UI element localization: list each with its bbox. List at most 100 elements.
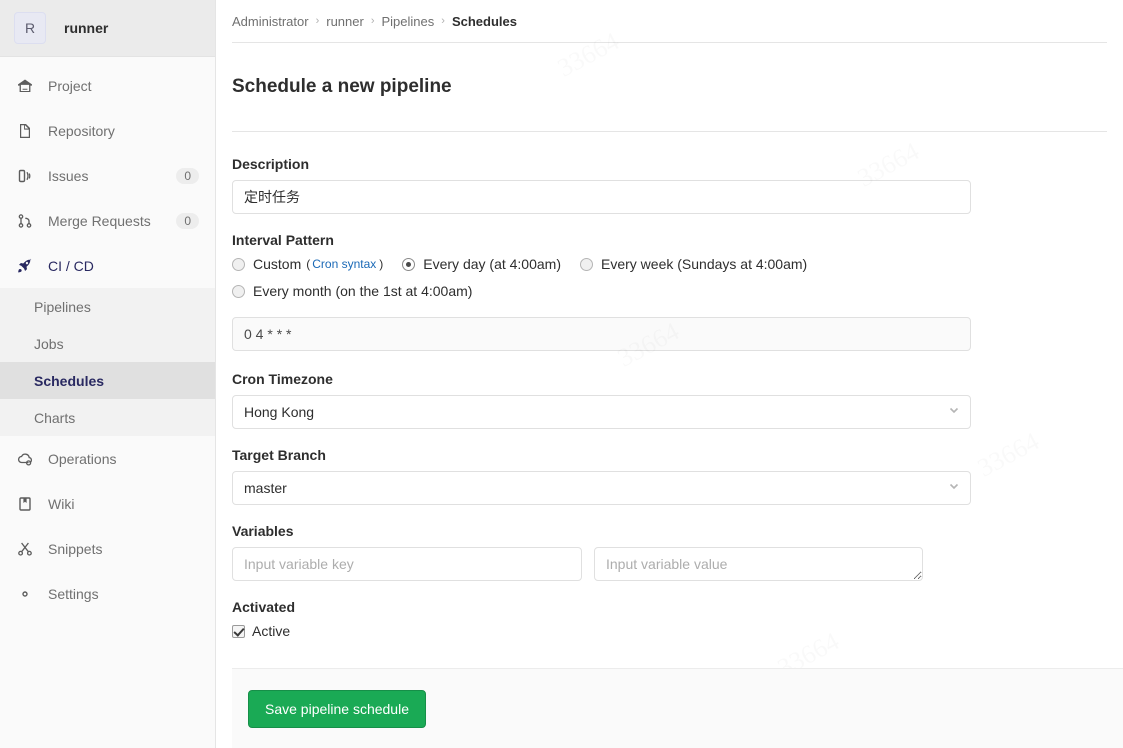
radio-every-month-indicator[interactable] bbox=[232, 284, 245, 298]
project-name: runner bbox=[64, 20, 109, 36]
breadcrumb-separator-icon: › bbox=[441, 15, 445, 27]
radio-custom-indicator[interactable] bbox=[232, 257, 245, 271]
active-checkbox-label: Active bbox=[252, 623, 291, 640]
description-group: Description bbox=[232, 156, 1107, 215]
breadcrumb: Administrator › runner › Pipelines › Sch… bbox=[232, 0, 1107, 42]
sidebar-item-project[interactable]: Project bbox=[0, 63, 215, 108]
active-checkbox-row[interactable]: Active bbox=[232, 623, 1107, 639]
variables-row bbox=[232, 547, 1107, 582]
schedule-form: Description Interval Pattern Custom ( Cr… bbox=[232, 132, 1107, 639]
activated-label: Activated bbox=[232, 599, 296, 616]
breadcrumb-separator-icon: › bbox=[370, 15, 375, 27]
sidebar-nav: Project Repository Issues 0 Merge Reques… bbox=[0, 57, 215, 748]
project-avatar: R bbox=[14, 12, 46, 44]
gear-icon bbox=[16, 585, 34, 603]
subnav-item-pipelines[interactable]: Pipelines bbox=[0, 288, 215, 325]
subnav-item-schedules[interactable]: Schedules bbox=[0, 362, 215, 399]
description-label: Description bbox=[232, 156, 310, 173]
sidebar-item-label: Operations bbox=[48, 450, 117, 467]
breadcrumb-separator-icon: › bbox=[315, 15, 320, 27]
subnav-item-charts[interactable]: Charts bbox=[0, 399, 215, 436]
target-branch-value: master bbox=[244, 480, 287, 497]
cron-timezone-select[interactable]: Hong Kong bbox=[232, 395, 971, 430]
sidebar-project-header[interactable]: R runner bbox=[0, 0, 215, 57]
cron-timezone-value: Hong Kong bbox=[244, 404, 315, 421]
cron-value-group bbox=[232, 317, 1107, 352]
sidebar-item-snippets[interactable]: Snippets bbox=[0, 526, 215, 571]
radio-every-week-label: Every week (Sundays at 4:00am) bbox=[601, 256, 808, 273]
sidebar-item-wiki[interactable]: Wiki bbox=[0, 481, 215, 526]
active-checkbox[interactable] bbox=[232, 624, 245, 638]
radio-every-day-label: Every day (at 4:00am) bbox=[423, 256, 561, 273]
radio-option-custom[interactable]: Custom ( Cron syntax ) bbox=[232, 256, 383, 272]
radio-every-month-label: Every month (on the 1st at 4:00am) bbox=[253, 283, 473, 300]
breadcrumb-divider bbox=[232, 42, 1107, 43]
custom-paren-open: ( bbox=[306, 257, 311, 272]
custom-paren-close: ) bbox=[379, 257, 384, 272]
breadcrumb-item-runner[interactable]: runner bbox=[326, 14, 364, 29]
breadcrumb-item-pipelines[interactable]: Pipelines bbox=[382, 14, 435, 29]
variables-group: Variables bbox=[232, 523, 1107, 582]
sidebar-item-label: Merge Requests bbox=[48, 212, 151, 229]
cron-input[interactable] bbox=[232, 317, 971, 352]
cron-timezone-label: Cron Timezone bbox=[232, 371, 333, 388]
interval-radio-group: Custom ( Cron syntax ) Every day (at 4:0… bbox=[232, 256, 1107, 299]
operations-icon bbox=[16, 450, 34, 468]
document-icon bbox=[16, 122, 34, 140]
variable-key-input[interactable] bbox=[232, 547, 582, 582]
breadcrumb-item-administrator[interactable]: Administrator bbox=[232, 14, 309, 29]
variable-value-input[interactable] bbox=[594, 547, 923, 582]
sidebar-item-label: Project bbox=[48, 77, 92, 94]
subnav-item-jobs[interactable]: Jobs bbox=[0, 325, 215, 362]
sidebar-item-settings[interactable]: Settings bbox=[0, 571, 215, 616]
sidebar-item-merge-requests[interactable]: Merge Requests 0 bbox=[0, 198, 215, 243]
interval-pattern-group: Interval Pattern Custom ( Cron syntax ) bbox=[232, 232, 1107, 299]
variables-label: Variables bbox=[232, 523, 294, 540]
interval-pattern-label: Interval Pattern bbox=[232, 232, 334, 249]
radio-option-every-month[interactable]: Every month (on the 1st at 4:00am) bbox=[232, 283, 472, 299]
sidebar-item-issues[interactable]: Issues 0 bbox=[0, 153, 215, 198]
sidebar-item-label: Settings bbox=[48, 585, 99, 602]
sidebar-item-cicd[interactable]: CI / CD bbox=[0, 243, 215, 288]
cicd-subnav: Pipelines Jobs Schedules Charts bbox=[0, 288, 215, 436]
radio-every-week-indicator[interactable] bbox=[580, 257, 593, 271]
cron-timezone-select-wrap: Hong Kong bbox=[232, 395, 971, 430]
cron-syntax-link[interactable]: Cron syntax bbox=[312, 257, 376, 271]
target-branch-select[interactable]: master bbox=[232, 471, 971, 506]
merge-requests-count-badge: 0 bbox=[176, 212, 199, 229]
gitlab-app: R runner Project Repository Issues 0 Mer… bbox=[0, 0, 1123, 748]
cron-timezone-group: Cron Timezone Hong Kong bbox=[232, 371, 1107, 430]
target-branch-select-wrap: master bbox=[232, 471, 971, 506]
interval-radio-row-1: Custom ( Cron syntax ) Every day (at 4:0… bbox=[232, 256, 1107, 272]
radio-every-day-indicator[interactable] bbox=[402, 257, 416, 271]
target-branch-group: Target Branch master bbox=[232, 447, 1107, 506]
sidebar-item-label: Issues bbox=[48, 167, 89, 184]
radio-option-every-day[interactable]: Every day (at 4:00am) bbox=[402, 256, 561, 272]
project-sidebar: R runner Project Repository Issues 0 Mer… bbox=[0, 0, 216, 748]
radio-custom-label: Custom bbox=[253, 256, 302, 273]
sidebar-item-label: Repository bbox=[48, 122, 115, 139]
page-title: Schedule a new pipeline bbox=[232, 75, 452, 97]
merge-request-icon bbox=[16, 212, 34, 230]
rocket-icon bbox=[16, 257, 34, 275]
sidebar-item-operations[interactable]: Operations bbox=[0, 436, 215, 481]
description-input[interactable] bbox=[232, 180, 971, 215]
target-branch-label: Target Branch bbox=[232, 447, 326, 464]
issues-count-badge: 0 bbox=[176, 167, 199, 184]
sidebar-item-repository[interactable]: Repository bbox=[0, 108, 215, 153]
content-wrapper: Administrator › runner › Pipelines › Sch… bbox=[216, 0, 1123, 639]
snippets-icon bbox=[16, 540, 34, 558]
issues-icon bbox=[16, 167, 34, 185]
sidebar-item-label: Wiki bbox=[48, 495, 75, 512]
wiki-icon bbox=[16, 495, 34, 513]
sidebar-item-label: Snippets bbox=[48, 540, 103, 557]
interval-radio-row-2: Every month (on the 1st at 4:00am) bbox=[232, 283, 1107, 299]
home-icon bbox=[16, 77, 34, 95]
activated-group: Activated Active bbox=[232, 599, 1107, 639]
radio-option-every-week[interactable]: Every week (Sundays at 4:00am) bbox=[580, 256, 807, 272]
save-pipeline-schedule-button[interactable]: Save pipeline schedule bbox=[248, 689, 426, 728]
main-content: 33664 33664 33664 33664 33664 Administra… bbox=[216, 0, 1123, 748]
sidebar-item-label: CI / CD bbox=[48, 257, 94, 274]
form-footer: Save pipeline schedule bbox=[232, 668, 1123, 748]
breadcrumb-current: Schedules bbox=[451, 13, 517, 29]
